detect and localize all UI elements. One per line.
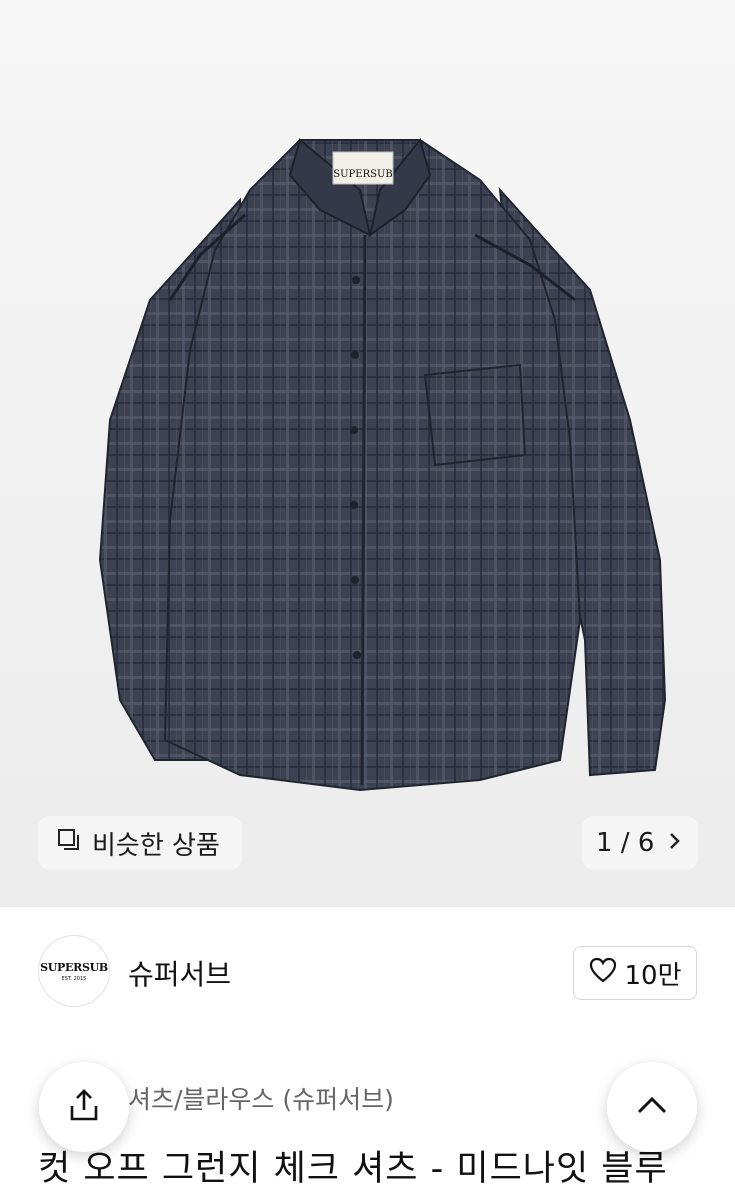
similar-products-button[interactable]: 비슷한 상품	[38, 816, 242, 870]
image-counter-text: 1 / 6	[596, 828, 655, 858]
chevron-up-icon	[634, 1093, 670, 1121]
like-count: 10만	[624, 960, 682, 991]
garment-label-text: SUPERSUB	[333, 169, 392, 180]
product-photo: SUPERSUB	[98, 137, 667, 792]
share-icon	[65, 1086, 103, 1128]
product-title: 컷 오프 그런지 체크 셔츠 - 미드나잇 블루	[38, 1149, 668, 1189]
similar-products-label: 비슷한 상품	[92, 830, 220, 861]
seller-logo-subtext: EST. 2015	[61, 975, 87, 982]
like-button[interactable]: 10만	[573, 946, 697, 1000]
share-button[interactable]	[39, 1062, 129, 1152]
scroll-to-top-button[interactable]	[607, 1062, 697, 1152]
image-counter-button[interactable]: 1 / 6	[582, 816, 698, 870]
chevron-right-icon	[668, 829, 682, 857]
product-category[interactable]: 셔츠/블라우스 (슈퍼서브)	[128, 1080, 394, 1116]
heart-outline-icon	[588, 956, 618, 991]
seller-logo[interactable]: SUPERSUB EST. 2015	[38, 935, 110, 1007]
seller-name[interactable]: 슈퍼서브	[128, 953, 231, 993]
copy-squares-icon	[56, 827, 82, 860]
product-image-gallery[interactable]: SUPERSUB 비슷한 상품 1 / 6	[0, 0, 735, 907]
seller-logo-text: SUPERSUB	[40, 960, 108, 974]
